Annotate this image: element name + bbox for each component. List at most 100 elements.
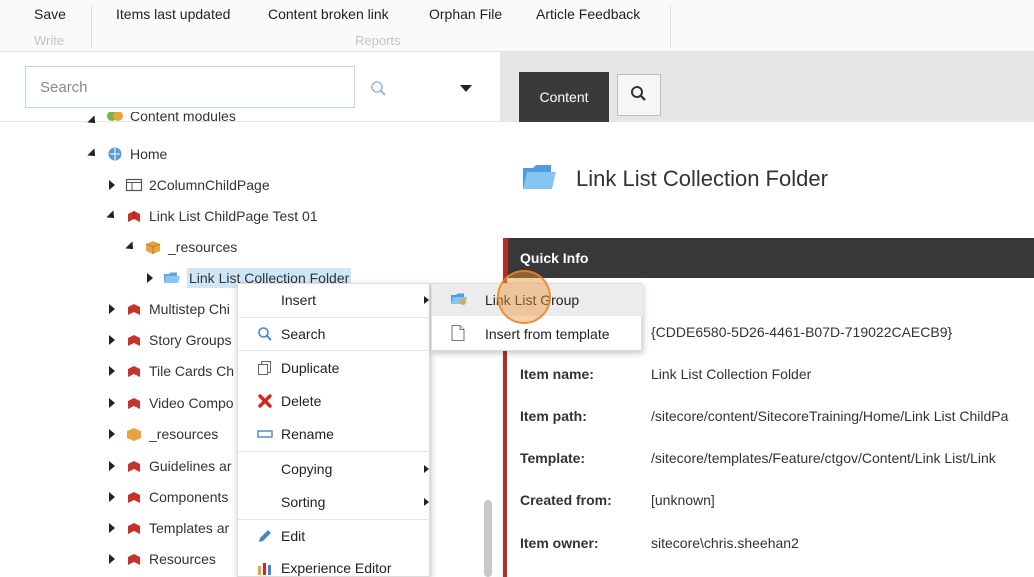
rename-icon <box>256 425 274 443</box>
red-page-icon <box>125 332 143 348</box>
field-label: Created from: <box>520 492 612 508</box>
tree-node-resources[interactable]: _resources <box>105 422 218 446</box>
page-layout-icon <box>125 177 143 193</box>
expand-toggle-icon[interactable] <box>125 241 137 253</box>
tree-node-label: 2ColumnChildPage <box>149 177 270 193</box>
field-value: Link List Collection Folder <box>651 366 812 382</box>
tree-node-label: Components <box>149 489 229 505</box>
menu-item-duplicate[interactable]: Duplicate <box>238 352 431 384</box>
tree-node-resources-child[interactable]: _resources <box>124 235 237 259</box>
tree-node-label: Guidelines ar <box>149 458 232 474</box>
field-value: /sitecore/templates/Feature/ctgov/Conten… <box>651 450 996 466</box>
menu-item-edit[interactable]: Edit <box>238 520 431 552</box>
tree-search-box[interactable] <box>25 66 355 108</box>
insert-submenu: Link List Group Insert from template <box>431 283 643 351</box>
red-page-icon <box>125 395 143 411</box>
tree-node-story-groups[interactable]: Story Groups <box>105 328 231 352</box>
menu-item-insert[interactable]: Insert <box>238 284 431 316</box>
search-icon <box>256 325 274 343</box>
tree-node-label: Resources <box>149 551 216 567</box>
expand-toggle-icon[interactable] <box>87 148 99 160</box>
tree-node-home[interactable]: Home <box>86 142 167 166</box>
quick-info-header[interactable]: Quick Info <box>503 238 1034 278</box>
submenu-arrow-icon <box>424 498 429 506</box>
tree-node-label: Link List ChildPage Test 01 <box>149 208 318 224</box>
field-label: Item name: <box>520 366 594 382</box>
divider <box>0 121 500 122</box>
ribbon-group-write: Write <box>34 33 65 48</box>
menu-item-insert-from-template[interactable]: Insert from template <box>432 318 643 350</box>
field-value: /sitecore/content/SitecoreTraining/Home/… <box>651 408 1009 424</box>
menu-item-label: Rename <box>281 426 334 442</box>
orphan-file-button[interactable]: Orphan File <box>429 6 502 22</box>
expand-toggle-icon[interactable] <box>109 398 115 408</box>
items-last-updated-button[interactable]: Items last updated <box>116 6 230 22</box>
red-page-icon <box>125 363 143 379</box>
red-page-icon <box>125 551 143 567</box>
content-broken-link-button[interactable]: Content broken link <box>268 6 389 22</box>
tree-node-link-list-childpage[interactable]: Link List ChildPage Test 01 <box>105 204 318 228</box>
tab-content[interactable]: Content <box>519 72 609 122</box>
tree-node-2columnchildpage[interactable]: 2ColumnChildPage <box>105 173 270 197</box>
menu-item-search[interactable]: Search <box>238 318 431 350</box>
red-page-icon <box>125 458 143 474</box>
template-page-icon <box>450 324 466 345</box>
menu-item-label: Duplicate <box>281 360 340 376</box>
menu-item-copying[interactable]: Copying <box>238 453 431 485</box>
menu-item-delete[interactable]: Delete <box>238 385 431 417</box>
tree-node-video[interactable]: Video Compo <box>105 391 234 415</box>
menu-item-rename[interactable]: Rename <box>238 418 431 450</box>
expand-toggle-icon[interactable] <box>109 461 115 471</box>
submenu-arrow-icon <box>424 296 429 304</box>
resources-box-icon <box>144 239 162 255</box>
expand-toggle-icon[interactable] <box>109 554 115 564</box>
menu-item-experience-editor[interactable]: Experience Editor <box>238 552 431 577</box>
modules-icon <box>106 112 124 124</box>
tree-search-input[interactable] <box>26 67 354 107</box>
tree-node-resources-folder[interactable]: Resources <box>105 547 216 571</box>
expand-toggle-icon[interactable] <box>109 335 115 345</box>
expand-toggle-icon[interactable] <box>147 273 153 283</box>
tree-node-guidelines[interactable]: Guidelines ar <box>105 454 232 478</box>
item-title: Link List Collection Folder <box>576 166 828 191</box>
menu-item-label: Sorting <box>281 494 326 510</box>
expand-toggle-icon[interactable] <box>87 115 99 124</box>
red-page-icon <box>125 520 143 536</box>
item-id-value: {CDDE6580-5D26-4461-B07D-719022CAECB9} <box>651 324 953 340</box>
tree-node-templates[interactable]: Templates ar <box>105 516 229 540</box>
tab-search[interactable] <box>617 74 661 116</box>
expand-toggle-icon[interactable] <box>109 429 115 439</box>
tree-node-label: Content modules <box>130 112 236 124</box>
menu-item-label: Delete <box>281 393 322 409</box>
search-icon <box>630 85 648 106</box>
tree-scrollbar[interactable] <box>484 500 492 577</box>
menu-item-label: Insert from template <box>485 326 610 342</box>
link-list-group-icon <box>450 291 468 310</box>
tree-node-tile-cards[interactable]: Tile Cards Ch <box>105 359 234 383</box>
expand-toggle-icon[interactable] <box>109 304 115 314</box>
tree-node-label: Templates ar <box>149 520 230 536</box>
save-button[interactable]: Save <box>34 6 66 22</box>
ribbon-separator <box>91 6 92 48</box>
chevron-down-icon[interactable] <box>460 85 472 92</box>
context-menu: Insert Search Duplicate Delete Rename Co… <box>237 283 431 577</box>
search-icon[interactable] <box>370 80 388 101</box>
menu-item-sorting[interactable]: Sorting <box>238 486 431 518</box>
home-globe-icon <box>106 146 124 162</box>
experience-editor-icon <box>256 559 274 577</box>
expand-toggle-icon[interactable] <box>106 210 118 222</box>
article-feedback-button[interactable]: Article Feedback <box>536 6 640 22</box>
expand-toggle-icon[interactable] <box>109 492 115 502</box>
tree-node-components[interactable]: Components <box>105 485 228 509</box>
ribbon-group-reports: Reports <box>355 33 401 48</box>
expand-toggle-icon[interactable] <box>109 180 115 190</box>
red-page-icon <box>125 301 143 317</box>
expand-toggle-icon[interactable] <box>109 366 115 376</box>
tree-node-content-modules[interactable]: Content modules <box>86 112 236 124</box>
field-label: Item path: <box>520 408 587 424</box>
menu-item-link-list-group[interactable]: Link List Group <box>432 284 643 316</box>
folder-icon <box>521 160 557 197</box>
expand-toggle-icon[interactable] <box>109 523 115 533</box>
tree-node-multistep[interactable]: Multistep Chi <box>105 297 230 321</box>
menu-divider <box>238 451 431 452</box>
